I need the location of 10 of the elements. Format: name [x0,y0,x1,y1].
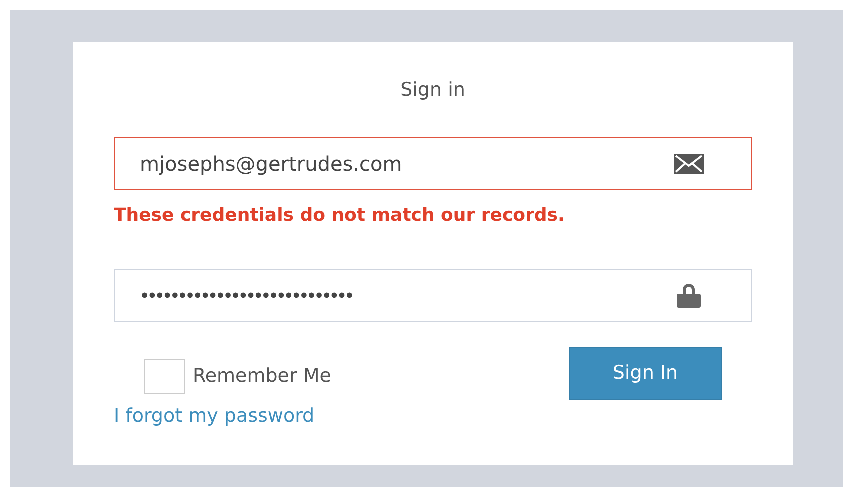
form-title: Sign in [400,78,466,103]
lock-icon [676,284,702,308]
remember-checkbox[interactable] [144,359,185,394]
email-field[interactable]: mjosephs@gertrudes.com [114,137,752,190]
sign-in-button[interactable]: Sign In [569,347,722,400]
error-message: These credentials do not match our records. [114,204,566,228]
password-field[interactable]: •••••••••••••••••••••••••••• [114,269,752,322]
envelope-icon [674,154,704,174]
forgot-password-link[interactable]: I forgot my password [114,402,332,430]
remember-label: Remember Me [193,364,332,390]
